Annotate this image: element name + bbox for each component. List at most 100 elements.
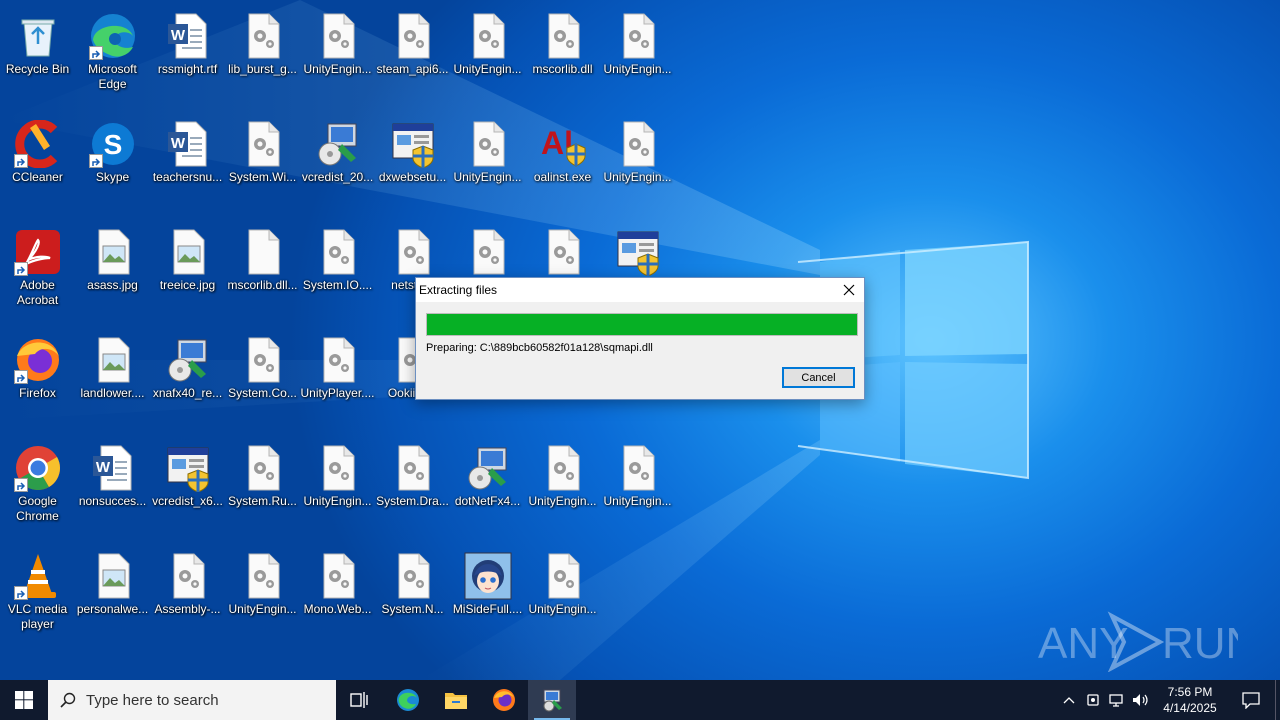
desktop-icon[interactable]: Firefox <box>0 328 75 434</box>
desktop-icon[interactable]: System.Wi... <box>225 112 300 218</box>
desktop-icon[interactable]: Mono.Web... <box>300 544 375 650</box>
shortcut-arrow-icon <box>14 262 28 276</box>
taskbar-file-explorer[interactable] <box>432 680 480 720</box>
desktop-icon[interactable]: UnityEngin... <box>450 4 525 110</box>
desktop-icon[interactable]: S Skype <box>75 112 150 218</box>
shortcut-arrow-icon <box>89 154 103 168</box>
show-hidden-icons[interactable] <box>1057 680 1081 720</box>
edge-icon <box>89 12 137 60</box>
desktop-icon[interactable]: UnityEngin... <box>300 436 375 542</box>
gear-file-icon <box>239 336 287 384</box>
desktop-icon[interactable]: System.Ru... <box>225 436 300 542</box>
desktop-icon[interactable]: UnityEngin... <box>450 112 525 218</box>
taskbar-firefox[interactable] <box>480 680 528 720</box>
desktop-icon-label: UnityEngin... <box>453 62 522 76</box>
desktop-icon[interactable]: landlower.... <box>75 328 150 434</box>
task-view-button[interactable] <box>336 680 384 720</box>
desktop-icon[interactable]: Recycle Bin <box>0 4 75 110</box>
extraction-progress-bar <box>426 313 858 336</box>
desktop-icon[interactable]: UnityEngin... <box>225 544 300 650</box>
desktop-icon[interactable]: UnityEngin... <box>600 436 675 542</box>
desktop-icon[interactable]: VLC media player <box>0 544 75 650</box>
desktop-icon[interactable]: personalwe... <box>75 544 150 650</box>
gear-file-icon <box>539 552 587 600</box>
desktop-icon-label: personalwe... <box>76 602 149 616</box>
dialog-titlebar[interactable]: Extracting files <box>416 278 864 302</box>
desktop-icon-label: UnityEngin... <box>603 494 672 508</box>
desktop-icon[interactable]: UnityPlayer.... <box>300 328 375 434</box>
gear-file-icon <box>464 228 512 276</box>
desktop-icon[interactable]: UnityEngin... <box>600 112 675 218</box>
desktop-icon[interactable]: steam_api6... <box>375 4 450 110</box>
system-tray: 7:56 PM 4/14/2025 <box>1057 680 1280 720</box>
close-icon[interactable] <box>834 278 864 302</box>
taskbar-clock[interactable]: 7:56 PM 4/14/2025 <box>1153 684 1227 716</box>
svg-text:S: S <box>104 129 123 160</box>
desktop-icon[interactable]: Assembly-... <box>150 544 225 650</box>
desktop-icon[interactable]: mscorlib.dll... <box>225 220 300 326</box>
word-doc-icon: W <box>164 12 212 60</box>
desktop-icon[interactable]: vcredist_x6... <box>150 436 225 542</box>
gear-file-icon <box>239 444 287 492</box>
edge-icon <box>397 689 419 711</box>
firefox-icon <box>493 689 515 711</box>
setup-window-icon <box>614 228 662 277</box>
desktop-icon[interactable]: System.Dra... <box>375 436 450 542</box>
desktop-icon[interactable]: System.IO.... <box>300 220 375 326</box>
action-center-button[interactable] <box>1227 680 1275 720</box>
speaker-icon <box>1133 694 1148 706</box>
desktop-icon[interactable]: UnityEngin... <box>525 544 600 650</box>
desktop-icon[interactable]: mscorlib.dll <box>525 4 600 110</box>
show-desktop-button[interactable] <box>1275 680 1280 720</box>
desktop-icon[interactable]: MiSideFull.... <box>450 544 525 650</box>
desktop-icon[interactable]: Wnonsucces... <box>75 436 150 542</box>
desktop-icon[interactable]: Wrssmight.rtf <box>150 4 225 110</box>
tray-network[interactable] <box>1105 680 1129 720</box>
gear-file-icon <box>314 552 362 600</box>
start-button[interactable] <box>0 680 48 720</box>
desktop-icon[interactable]: dxwebsetu... <box>375 112 450 218</box>
desktop-icon-label: xnafx40_re... <box>152 386 223 400</box>
taskbar-edge[interactable] <box>384 680 432 720</box>
desktop-icon[interactable]: xnafx40_re... <box>150 328 225 434</box>
desktop-icon-label: System.N... <box>381 602 444 616</box>
desktop-icon[interactable]: System.Co... <box>225 328 300 434</box>
desktop-icon[interactable]: dotNetFx4... <box>450 436 525 542</box>
desktop-icon[interactable]: UnityEngin... <box>525 436 600 542</box>
desktop-icon-label: nonsucces... <box>78 494 147 508</box>
desktop-icon-label: dxwebsetu... <box>378 170 447 184</box>
taskbar: Type here to search 7:56 PM 4/14/2025 <box>0 680 1280 720</box>
desktop-icon[interactable]: Microsoft Edge <box>75 4 150 110</box>
cancel-button[interactable]: Cancel <box>782 367 855 388</box>
desktop-icon-label: UnityEngin... <box>603 62 672 76</box>
desktop-icon[interactable]: Al oalinst.exe <box>525 112 600 218</box>
taskbar-search-box[interactable]: Type here to search <box>48 680 336 720</box>
taskbar-installer[interactable] <box>528 680 576 720</box>
desktop-icon[interactable]: UnityEngin... <box>300 4 375 110</box>
desktop-icon[interactable]: System.N... <box>375 544 450 650</box>
desktop-icon-label: UnityEngin... <box>528 602 597 616</box>
desktop-icon[interactable]: CCleaner <box>0 112 75 218</box>
desktop-icon-label: MiSideFull.... <box>452 602 523 616</box>
desktop-icon[interactable]: Google Chrome <box>0 436 75 542</box>
desktop-icon[interactable]: UnityEngin... <box>600 4 675 110</box>
skype-icon: S <box>89 120 137 168</box>
acrobat-icon <box>14 228 62 276</box>
tray-meet-now[interactable] <box>1081 680 1105 720</box>
gear-file-icon <box>464 120 512 168</box>
tray-volume[interactable] <box>1129 680 1153 720</box>
desktop-icon[interactable]: Adobe Acrobat <box>0 220 75 326</box>
desktop-icon[interactable]: lib_burst_g... <box>225 4 300 110</box>
installer-icon <box>314 120 362 168</box>
desktop-icon[interactable]: vcredist_20... <box>300 112 375 218</box>
desktop-icon-label: steam_api6... <box>376 62 449 76</box>
desktop-icon[interactable]: asass.jpg <box>75 220 150 326</box>
gear-file-icon <box>539 228 587 276</box>
desktop-icon[interactable]: Wteachersnu... <box>150 112 225 218</box>
desktop-icon[interactable]: treeice.jpg <box>150 220 225 326</box>
installer-icon <box>164 336 212 384</box>
shortcut-arrow-icon <box>14 586 28 600</box>
dialog-title: Extracting files <box>419 283 498 297</box>
shortcut-arrow-icon <box>14 478 28 492</box>
desktop-icon-label: System.IO.... <box>302 278 373 292</box>
